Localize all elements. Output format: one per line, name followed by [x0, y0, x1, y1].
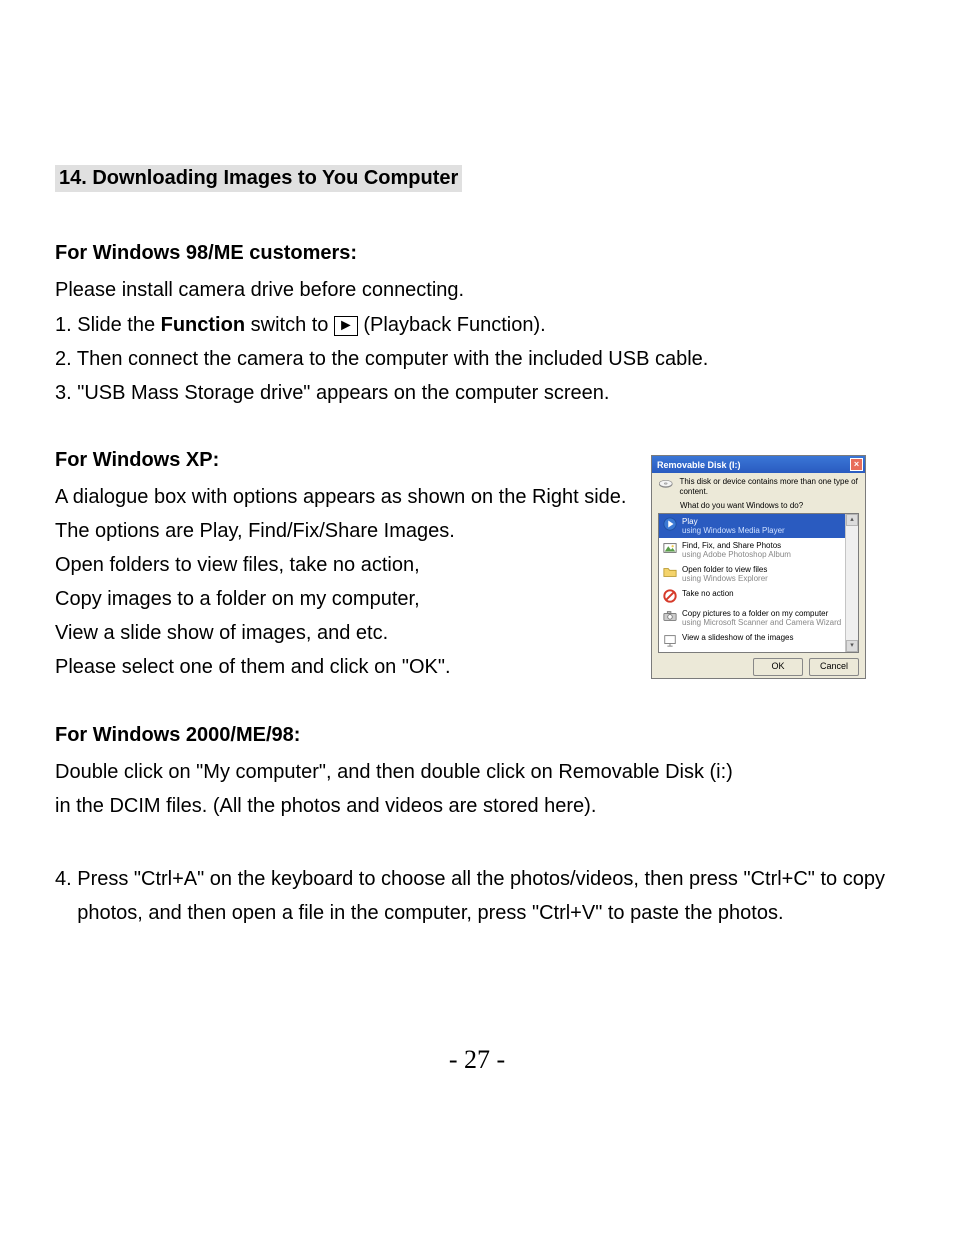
- option-title: Open folder to view files: [682, 565, 767, 574]
- option-open-folder[interactable]: Open folder to view filesusing Windows E…: [659, 562, 858, 586]
- step-1-suffix: (Playback Function).: [358, 314, 546, 336]
- option-title: View a slideshow of the images: [682, 633, 793, 642]
- cancel-button[interactable]: Cancel: [809, 658, 859, 676]
- photo-icon: [663, 541, 677, 555]
- scroll-down-icon[interactable]: ▾: [846, 640, 858, 652]
- option-sub: using Windows Media Player: [682, 526, 785, 535]
- dialog-message: This disk or device contains more than o…: [679, 477, 859, 497]
- option-sub: using Windows Explorer: [682, 574, 768, 583]
- option-take-no-action[interactable]: Take no action: [659, 586, 858, 606]
- option-sub: using Microsoft Scanner and Camera Wizar…: [682, 618, 841, 627]
- step-4-line2: photos, and then open a file in the comp…: [55, 897, 899, 929]
- option-title: Find, Fix, and Share Photos: [682, 541, 781, 550]
- step-4-line1: 4. Press "Ctrl+A" on the keyboard to cho…: [55, 863, 899, 895]
- option-copy-pictures[interactable]: Copy pictures to a folder on my computer…: [659, 606, 858, 630]
- dialog-title: Removable Disk (I:): [657, 460, 741, 470]
- no-action-icon: [663, 589, 677, 603]
- option-sub: using Adobe Photoshop Album: [682, 550, 791, 559]
- step-1: 1. Slide the Function switch to ► (Playb…: [55, 309, 899, 341]
- w2000-line: Double click on "My computer", and then …: [55, 757, 899, 787]
- option-find-fix-share[interactable]: Find, Fix, and Share Photosusing Adobe P…: [659, 538, 858, 562]
- step-2: 2. Then connect the camera to the comput…: [55, 343, 899, 375]
- scrollbar[interactable]: ▴ ▾: [845, 514, 858, 652]
- scroll-up-icon[interactable]: ▴: [846, 514, 858, 526]
- w2000-line: in the DCIM files. (All the photos and v…: [55, 791, 899, 821]
- option-play[interactable]: Playusing Windows Media Player: [659, 514, 858, 538]
- section-heading: 14. Downloading Images to You Computer: [55, 165, 462, 192]
- page-number: - 27 -: [0, 1045, 954, 1075]
- dialog-titlebar[interactable]: Removable Disk (I:) ×: [652, 456, 865, 473]
- slideshow-icon: [663, 633, 677, 647]
- autoplay-dialog: Removable Disk (I:) × This disk or devic…: [651, 455, 866, 679]
- ok-button[interactable]: OK: [753, 658, 803, 676]
- disk-icon: [658, 479, 673, 491]
- close-icon: ×: [854, 459, 859, 469]
- option-title: Copy pictures to a folder on my computer: [682, 609, 828, 618]
- step-1-mid: switch to: [245, 314, 334, 336]
- dialog-prompt: What do you want Windows to do?: [652, 499, 865, 513]
- close-button[interactable]: ×: [850, 458, 863, 471]
- subhead-win98me: For Windows 98/ME customers:: [55, 242, 899, 265]
- step-1-bold: Function: [161, 314, 245, 336]
- play-circle-icon: [663, 517, 677, 531]
- option-slideshow[interactable]: View a slideshow of the images: [659, 630, 858, 650]
- options-list[interactable]: Playusing Windows Media Player Find, Fix…: [658, 513, 859, 653]
- folder-icon: [663, 565, 677, 579]
- subhead-2000: For Windows 2000/ME/98:: [55, 724, 899, 747]
- intro-win98me: Please install camera drive before conne…: [55, 275, 899, 305]
- step-1-prefix: 1. Slide the: [55, 314, 161, 336]
- step-3: 3. "USB Mass Storage drive" appears on t…: [55, 377, 899, 409]
- option-title: Play: [682, 517, 698, 526]
- option-title: Take no action: [682, 589, 734, 598]
- camera-icon: [663, 609, 677, 623]
- playback-icon: ►: [334, 316, 358, 336]
